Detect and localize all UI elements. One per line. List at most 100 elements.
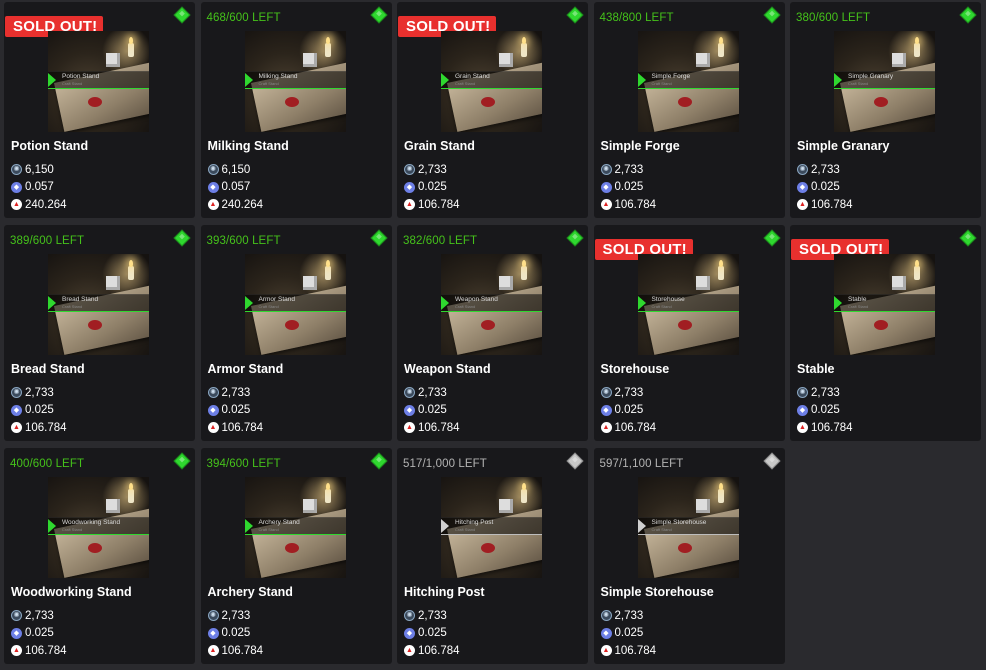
cube-graphic — [106, 53, 120, 67]
diamond-gem-icon — [370, 229, 387, 247]
price-token-value: 106.784 — [614, 421, 657, 434]
product-card[interactable]: 597/1,100 LEFT Simple Storehouse Craft S… — [593, 448, 785, 664]
image-caption-title: Bread Stand — [62, 296, 99, 303]
image-caption-subtitle: Craft Stand — [62, 81, 83, 86]
price-wax: ✺ 2,733 — [600, 161, 657, 179]
wax-coin-icon: ✺ — [600, 610, 612, 622]
image-caption-subtitle: Craft Stand — [848, 304, 869, 309]
product-card[interactable]: 393/600 LEFT Armor Stand Craft Stand Arm… — [200, 225, 392, 441]
product-image: Armor Stand Craft Stand — [244, 254, 346, 355]
price-wax-value: 2,733 — [25, 386, 54, 399]
price-token: ▲ 240.264 — [207, 196, 263, 214]
eth-coin-icon: ◆ — [207, 181, 219, 193]
wax-seal-graphic — [677, 543, 692, 553]
wax-seal-graphic — [284, 543, 299, 553]
price-eth-value: 0.025 — [221, 627, 251, 640]
stock-remaining: 380/600 LEFT — [796, 12, 871, 24]
stock-remaining: 400/600 LEFT — [10, 458, 85, 470]
cube-graphic — [499, 499, 513, 513]
image-caption-bar: Storehouse Craft Stand — [637, 294, 739, 312]
image-caption-title: Hitching Post — [455, 519, 494, 526]
product-card[interactable]: SOLD OUT! Grain Stand Craft Stand Grain … — [397, 2, 588, 218]
price-list: ✺ 2,733 ◆ 0.025 ▲ 106.784 — [404, 607, 460, 660]
product-card[interactable]: SOLD OUT! Stable Craft Stand Stable ✺ 2,… — [790, 225, 981, 441]
image-caption-bar: Grain Stand Craft Stand — [441, 71, 542, 89]
candle-graphic — [324, 489, 331, 503]
product-name: Hitching Post — [404, 585, 485, 599]
diamond-gem-icon — [566, 452, 584, 470]
candle-graphic — [717, 43, 724, 57]
product-card[interactable]: 400/600 LEFT Woodworking Stand Craft Sta… — [4, 448, 195, 664]
product-image: Simple Storehouse Craft Stand — [637, 477, 739, 578]
candle-flame-graphic — [718, 260, 723, 267]
price-token-value: 106.784 — [418, 644, 460, 657]
wax-seal-graphic — [284, 97, 299, 107]
triangle-token-icon: ▲ — [207, 199, 219, 211]
arrow-right-icon — [637, 73, 646, 87]
product-image: Bread Stand Craft Stand — [48, 254, 149, 355]
product-card[interactable]: 380/600 LEFT Simple Granary Craft Stand … — [790, 2, 981, 218]
candle-graphic — [128, 489, 134, 503]
product-card[interactable]: 517/1,000 LEFT Hitching Post Craft Stand… — [397, 448, 588, 664]
arrow-right-icon — [48, 519, 56, 533]
product-card[interactable]: SOLD OUT! Storehouse Craft Stand Storeho… — [593, 225, 785, 441]
candle-flame-graphic — [129, 37, 133, 44]
image-caption-bar: Milking Stand Craft Stand — [244, 71, 346, 89]
image-caption-subtitle: Craft Stand — [258, 304, 279, 309]
product-name: Storehouse — [600, 362, 670, 376]
stock-remaining: 438/800 LEFT — [599, 12, 674, 24]
product-card[interactable]: 468/600 LEFT Milking Stand Craft Stand M… — [200, 2, 392, 218]
price-wax: ✺ 2,733 — [207, 384, 264, 402]
price-list: ✺ 2,733 ◆ 0.025 ▲ 106.784 — [600, 384, 657, 437]
product-image: Weapon Stand Craft Stand — [441, 254, 542, 355]
eth-coin-icon: ◆ — [404, 404, 415, 416]
eth-coin-icon: ◆ — [207, 627, 219, 639]
product-card[interactable]: SOLD OUT! Potion Stand Craft Stand Potio… — [4, 2, 195, 218]
stock-remaining: 389/600 LEFT — [10, 235, 85, 247]
image-caption-bar: Archery Stand Craft Stand — [244, 517, 346, 535]
product-card[interactable]: 438/800 LEFT Simple Forge Craft Stand Si… — [593, 2, 785, 218]
candle-graphic — [128, 43, 134, 57]
product-name: Potion Stand — [11, 139, 89, 153]
image-caption-title: Weapon Stand — [455, 296, 498, 303]
wax-coin-icon: ✺ — [797, 164, 808, 176]
wax-seal-graphic — [481, 543, 495, 553]
price-token: ▲ 106.784 — [797, 419, 853, 437]
price-eth-value: 0.025 — [811, 181, 840, 194]
product-card[interactable]: 389/600 LEFT Bread Stand Craft Stand Bre… — [4, 225, 195, 441]
cube-graphic — [106, 276, 120, 290]
wax-seal-graphic — [874, 320, 888, 330]
wax-seal-graphic — [481, 97, 495, 107]
price-eth-value: 0.025 — [418, 627, 447, 640]
price-wax: ✺ 2,733 — [600, 607, 657, 625]
product-name: Grain Stand — [404, 139, 475, 153]
price-wax-value: 2,733 — [614, 163, 644, 176]
price-eth: ◆ 0.025 — [600, 625, 657, 643]
image-caption-title: Grain Stand — [455, 73, 490, 80]
product-grid: SOLD OUT! Potion Stand Craft Stand Potio… — [4, 2, 981, 664]
candle-graphic — [521, 489, 527, 503]
wax-coin-icon: ✺ — [11, 387, 22, 399]
image-caption-subtitle: Craft Stand — [62, 527, 83, 532]
price-eth-value: 0.057 — [221, 181, 251, 194]
price-token: ▲ 106.784 — [600, 196, 656, 214]
wax-seal-graphic — [88, 543, 102, 553]
cube-graphic — [106, 499, 120, 513]
price-eth-value: 0.025 — [221, 404, 251, 417]
product-image: Hitching Post Craft Stand — [441, 477, 542, 578]
triangle-token-icon: ▲ — [207, 422, 219, 434]
wax-coin-icon: ✺ — [207, 387, 219, 399]
product-card[interactable]: 382/600 LEFT Weapon Stand Craft Stand We… — [397, 225, 588, 441]
price-wax: ✺ 6,150 — [11, 161, 67, 179]
product-card[interactable]: 394/600 LEFT Archery Stand Craft Stand A… — [200, 448, 392, 664]
image-caption-subtitle: Craft Stand — [258, 527, 279, 532]
price-token-value: 106.784 — [418, 421, 460, 434]
image-caption-bar: Hitching Post Craft Stand — [441, 517, 542, 535]
price-wax-value: 2,733 — [418, 386, 447, 399]
arrow-right-icon — [637, 296, 646, 310]
price-eth: ◆ 0.025 — [404, 179, 460, 197]
price-list: ✺ 2,733 ◆ 0.025 ▲ 106.784 — [404, 161, 460, 214]
price-list: ✺ 2,733 ◆ 0.025 ▲ 106.784 — [207, 384, 264, 437]
diamond-gem-icon — [173, 229, 191, 247]
price-token-value: 106.784 — [811, 198, 853, 211]
